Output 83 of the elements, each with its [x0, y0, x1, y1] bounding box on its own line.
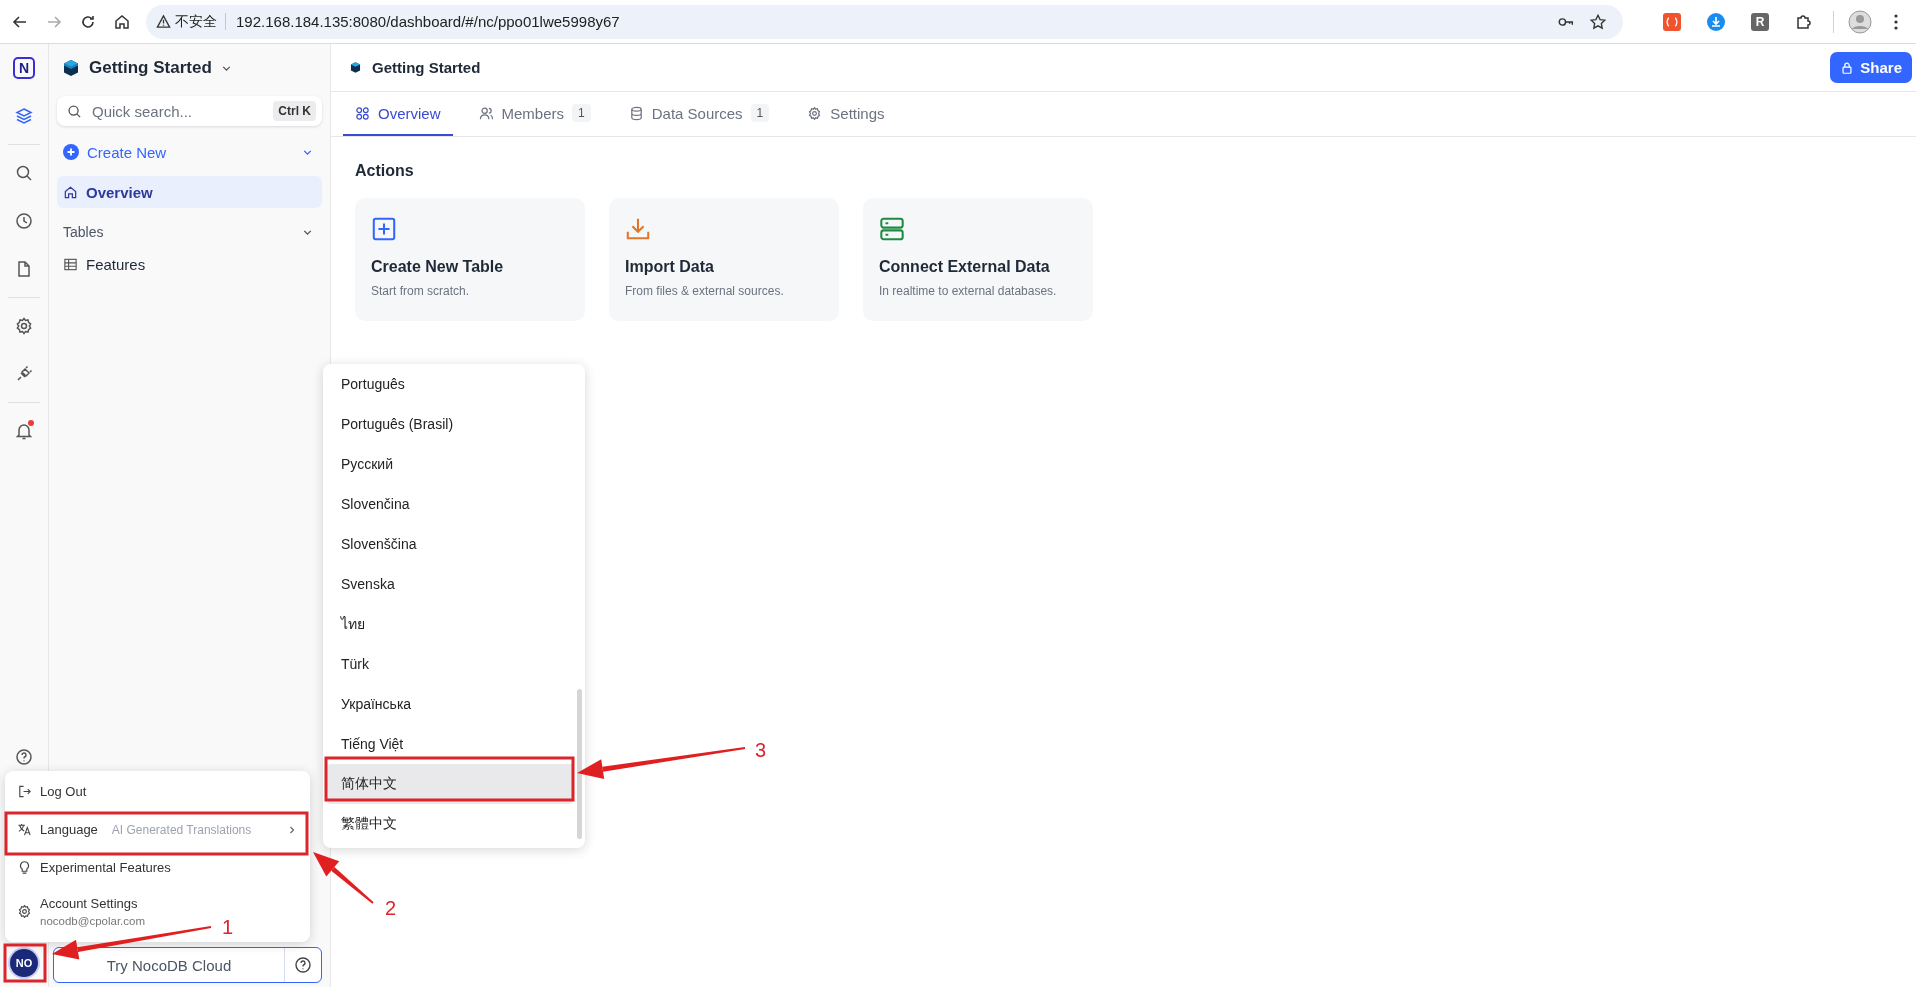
- url-text: 192.168.184.135:8080/dashboard/#/nc/ppo01lwe5998y67: [225, 13, 620, 30]
- annotation-number: 2: [385, 897, 397, 919]
- plus-icon: [63, 144, 79, 160]
- help-icon[interactable]: [293, 955, 313, 975]
- add-square-icon: [371, 216, 397, 242]
- language-option[interactable]: Slovenčina: [327, 484, 573, 524]
- tables-heading: Tables: [63, 224, 104, 240]
- card-title: Connect External Data: [879, 258, 1051, 276]
- tab[interactable]: Overview: [343, 92, 453, 136]
- extension-icon[interactable]: R: [1751, 12, 1769, 31]
- action-card[interactable]: Import Data From files & external sources.: [609, 198, 839, 321]
- shortcut-hint: Ctrl K: [273, 101, 316, 121]
- quick-search-field[interactable]: Quick search... Ctrl K: [57, 96, 322, 126]
- puzzle-icon[interactable]: [1795, 12, 1813, 31]
- base-icon: [61, 58, 81, 78]
- language-option[interactable]: ไทย: [327, 604, 573, 644]
- grid-icon: [63, 256, 78, 272]
- language-option[interactable]: Slovenščina: [327, 524, 573, 564]
- download-icon[interactable]: [1707, 12, 1725, 31]
- menu-label: Experimental Features: [40, 859, 171, 875]
- search-input[interactable]: Quick search...: [90, 101, 266, 121]
- lock-icon: [1840, 60, 1855, 75]
- language-icon: [17, 822, 32, 837]
- menu-hint: AI Generated Translations: [111, 822, 253, 837]
- user-avatar[interactable]: NO: [10, 949, 38, 977]
- language-option[interactable]: Русский: [327, 444, 573, 484]
- scrollbar[interactable]: [577, 689, 582, 839]
- language-option[interactable]: Українська: [327, 684, 573, 724]
- annotation-arrow: [313, 852, 374, 904]
- overview-icon: [355, 105, 370, 121]
- sources-icon: [628, 105, 644, 121]
- base-icon: [349, 61, 362, 74]
- server-icon: [879, 216, 905, 242]
- app-logo[interactable]: N: [13, 57, 35, 79]
- menu-item[interactable]: Experimental Features: [9, 850, 306, 884]
- highlight-frame: [3, 943, 47, 983]
- annotation-number: 3: [755, 739, 767, 761]
- tab[interactable]: Settings: [795, 92, 897, 136]
- share-button[interactable]: Share: [1830, 52, 1912, 83]
- base-title[interactable]: Getting Started: [89, 58, 212, 78]
- menu-item[interactable]: Account Settings nocodb@cpolar.com: [9, 884, 153, 938]
- language-option[interactable]: Türk: [327, 644, 573, 684]
- search-icon: [67, 103, 82, 119]
- action-card[interactable]: Connect External Data In realtime to external databases.: [863, 198, 1093, 321]
- members-icon: [478, 105, 494, 121]
- settings-icon: [807, 105, 823, 121]
- section-heading: Actions: [355, 162, 415, 180]
- language-option[interactable]: 简体中文: [327, 764, 573, 804]
- card-subtitle: From files & external sources.: [625, 284, 785, 298]
- star-icon[interactable]: [1589, 12, 1607, 31]
- account-email: nocodb@cpolar.com: [40, 914, 145, 927]
- language-option[interactable]: 繁體中文: [327, 804, 573, 844]
- logout-icon: [17, 783, 32, 799]
- extension-icon[interactable]: [1663, 12, 1681, 31]
- profile-avatar[interactable]: [1848, 9, 1872, 34]
- menu-label: Log Out: [40, 783, 87, 799]
- language-option[interactable]: Português (Brasil): [327, 404, 573, 444]
- menu-label: Language: [40, 822, 98, 837]
- create-new-button[interactable]: Create New: [57, 136, 322, 168]
- warning-icon: [156, 14, 171, 29]
- address-bar[interactable]: 不安全 192.168.184.135:8080/dashboard/#/nc/ppo01lwe5998y67: [146, 4, 1623, 39]
- card-subtitle: In realtime to external databases.: [879, 284, 1058, 298]
- security-label: 不安全: [175, 12, 217, 31]
- page-title: Getting Started: [372, 59, 481, 76]
- action-card[interactable]: Create New Table Start from scratch.: [355, 198, 585, 321]
- menu-item[interactable]: Language AI Generated Translations: [9, 809, 306, 850]
- language-option[interactable]: Português: [327, 364, 573, 404]
- experimental-icon: [17, 859, 32, 875]
- card-subtitle: Start from scratch.: [371, 284, 471, 298]
- annotation-number: 1: [222, 916, 234, 938]
- menu-label: Account Settings: [40, 895, 139, 911]
- menu-item[interactable]: Log Out: [9, 773, 306, 809]
- download-icon: [625, 216, 651, 242]
- card-title: Import Data: [625, 258, 715, 276]
- language-option[interactable]: Svenska: [327, 564, 573, 604]
- overview-nav-item[interactable]: Overview: [57, 176, 322, 208]
- home-icon: [63, 184, 78, 200]
- account-icon: [17, 903, 32, 919]
- card-title: Create New Table: [371, 258, 505, 276]
- tab[interactable]: Members 1: [466, 92, 603, 136]
- table-nav-item[interactable]: Features: [57, 248, 322, 280]
- tab[interactable]: Data Sources 1: [616, 92, 782, 136]
- language-option[interactable]: Tiếng Việt: [327, 724, 573, 764]
